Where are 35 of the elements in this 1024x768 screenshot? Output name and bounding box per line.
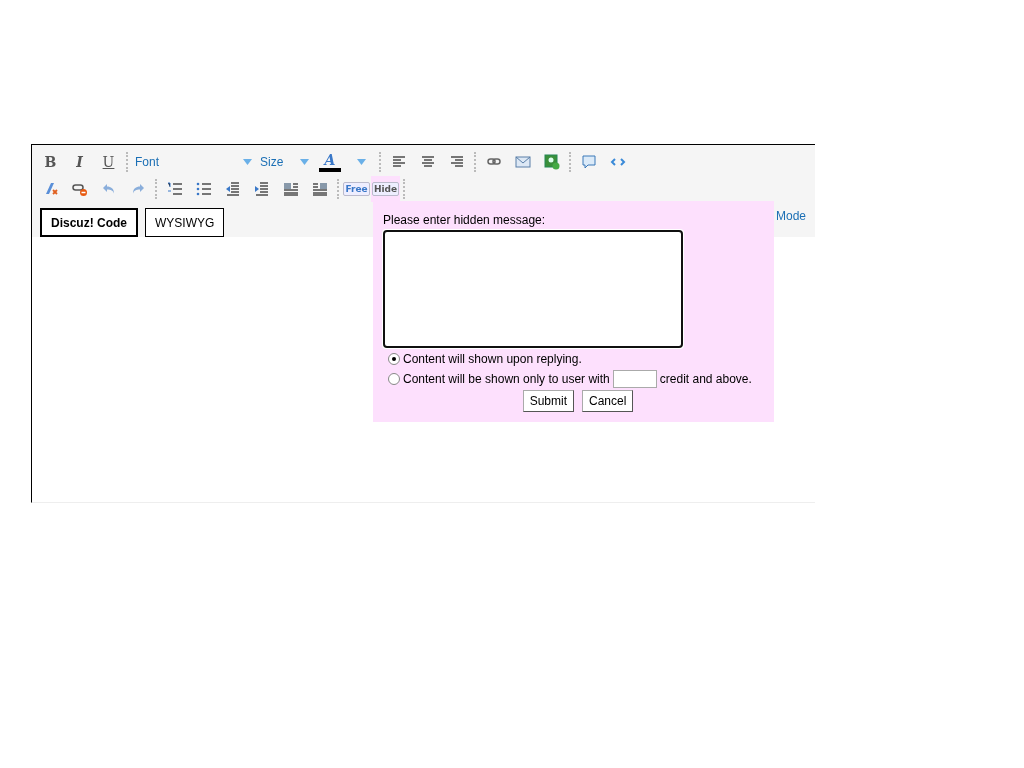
caret-icon (357, 158, 366, 165)
option-label: Content will shown upon replying. (403, 352, 582, 366)
bullet-list-icon (195, 180, 212, 197)
mode-tab[interactable]: WYSIWYG (145, 208, 225, 237)
float-right-icon (311, 180, 328, 197)
caret-icon (300, 158, 309, 165)
image-icon (543, 153, 560, 170)
float-left-icon (282, 180, 299, 197)
prompt-text: Please enter hidden message: (383, 213, 547, 227)
speech-bubble-icon (580, 153, 597, 170)
align-center-icon (419, 153, 436, 170)
credit-field[interactable] (612, 370, 657, 388)
radio-button[interactable] (388, 373, 400, 385)
text-color-button[interactable]: A (313, 148, 347, 175)
indent-icon (253, 180, 270, 197)
caret-icon (243, 158, 252, 165)
bold-button[interactable]: B (36, 148, 65, 175)
cancel-button[interactable]: Cancel (582, 390, 634, 412)
align-left-icon (390, 153, 407, 170)
radio-button[interactable] (388, 353, 400, 365)
italic-button[interactable]: I (65, 148, 94, 175)
submit-button[interactable]: Submit (522, 390, 574, 412)
mode-tab[interactable]: Discuz! Code (40, 208, 138, 237)
message-field[interactable] (383, 230, 683, 348)
option-label: credit and above. (659, 372, 752, 386)
size-dropdown[interactable]: Size (256, 148, 313, 175)
envelope-icon (514, 153, 531, 170)
tag-button[interactable]: Hide (371, 175, 400, 202)
align-right-icon (448, 153, 465, 170)
outdent-icon (224, 180, 241, 197)
numbered-list-icon (166, 180, 183, 197)
option-label: Content will be shown only to user with (403, 372, 610, 386)
underline-button[interactable]: U (94, 148, 123, 175)
font-dropdown[interactable]: Font (131, 148, 256, 175)
mode-link[interactable]: Mode (775, 209, 806, 223)
